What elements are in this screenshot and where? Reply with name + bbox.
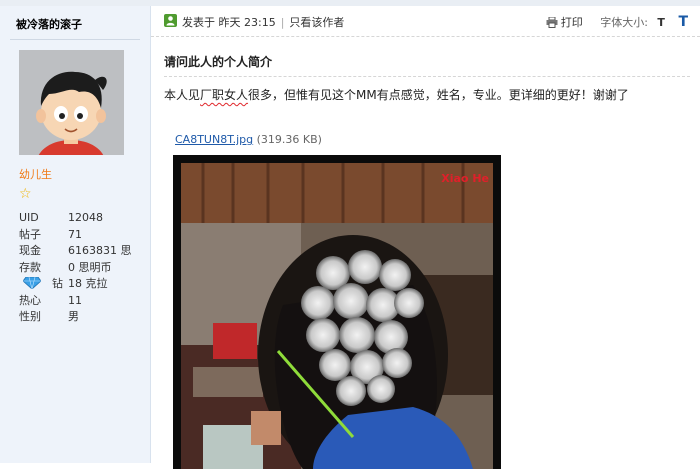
cartoon-boy-avatar-icon — [19, 50, 124, 155]
stat-value: 12048 — [68, 211, 103, 224]
stat-value: 6163831 思 — [68, 244, 132, 257]
print-label: 打印 — [560, 16, 583, 29]
stat-gender: 性别 男 — [19, 309, 147, 326]
avatar[interactable] — [19, 50, 124, 155]
print-button[interactable]: 打印 — [546, 16, 587, 29]
post-body: 本人见厂职女人很多，但惟有见这个MM有点感觉，姓名，专业。更详细的更好！谢谢了 — [164, 86, 629, 103]
title-divider — [164, 75, 690, 77]
font-small-button[interactable]: T — [657, 16, 665, 29]
post-header: 发表于 昨天 23:15 | 只看该作者 打印 字体大小: T T — [151, 6, 700, 37]
stat-value: 0 思明币 — [68, 260, 112, 274]
body-text-start: 本人见 — [164, 88, 201, 102]
body-text-end: 很多，但惟有见这个MM有点感觉，姓名，专业。更详细的更好！谢谢了 — [248, 88, 629, 102]
stat-posts: 帖子 71 — [19, 227, 147, 244]
stat-label: 性别 — [19, 310, 41, 323]
rank-star-icon: ☆ — [19, 186, 32, 202]
attachment-size: (319.36 KB) — [256, 133, 322, 146]
stat-label: 热心 — [19, 293, 41, 307]
user-stats: UID 12048 帖子 71 现金 6163831 思 存款 0 思明币 钻 … — [19, 210, 147, 326]
author-sidebar: 被冷落的滚子 幼儿生 ☆ UID 12048 帖子 71 现金 6163831 … — [0, 6, 151, 463]
author-username[interactable]: 被冷落的滚子 — [16, 16, 82, 32]
diamond-icon — [22, 276, 42, 294]
attachment-link[interactable]: CA8TUN8T.jpg — [175, 133, 253, 146]
stat-cash: 现金 6163831 思 — [19, 243, 147, 260]
post-time: 昨天 23:15 — [218, 16, 276, 29]
stat-value: 71 — [68, 227, 82, 241]
post-content: 发表于 昨天 23:15 | 只看该作者 打印 字体大小: T T 请问此人的个人简… — [151, 6, 700, 469]
stat-label: 存款 — [19, 260, 41, 274]
stat-label: 钻 — [52, 277, 63, 290]
stat-uid: UID 12048 — [19, 210, 147, 227]
post-meta: 发表于 昨天 23:15 | 只看该作者 — [182, 14, 344, 30]
photo-watermark: Xiao He — [441, 172, 489, 185]
online-status-icon — [164, 14, 177, 27]
stat-value: 男 — [68, 310, 79, 323]
stat-diamond: 钻 18 克拉 — [19, 276, 147, 293]
stat-value: 18 克拉 — [68, 277, 108, 290]
user-rank: 幼儿生 — [19, 168, 52, 181]
printer-icon — [546, 16, 558, 28]
stat-label: UID — [19, 211, 39, 224]
attached-photo[interactable]: Xiao He — [173, 155, 501, 469]
meta-separator: | — [280, 16, 285, 29]
post-title: 请问此人的个人简介 — [164, 55, 273, 69]
stat-label: 现金 — [19, 244, 41, 257]
posted-label: 发表于 — [182, 16, 215, 29]
stat-deposit: 存款 0 思明币 — [19, 260, 147, 277]
body-text-spellmark: 厂职女人 — [200, 88, 249, 102]
post-tools: 打印 字体大小: T T — [546, 14, 688, 30]
photo-image — [173, 155, 501, 469]
stat-label: 帖子 — [19, 227, 41, 241]
font-large-button[interactable]: T — [678, 14, 688, 30]
only-author-link[interactable]: 只看该作者 — [289, 16, 344, 29]
attachment: CA8TUN8T.jpg (319.36 KB) — [175, 133, 322, 146]
sidebar-divider — [10, 39, 140, 40]
font-size-label: 字体大小: — [600, 16, 648, 29]
stat-value: 11 — [68, 293, 82, 307]
stat-enthusiasm: 热心 11 — [19, 293, 147, 310]
